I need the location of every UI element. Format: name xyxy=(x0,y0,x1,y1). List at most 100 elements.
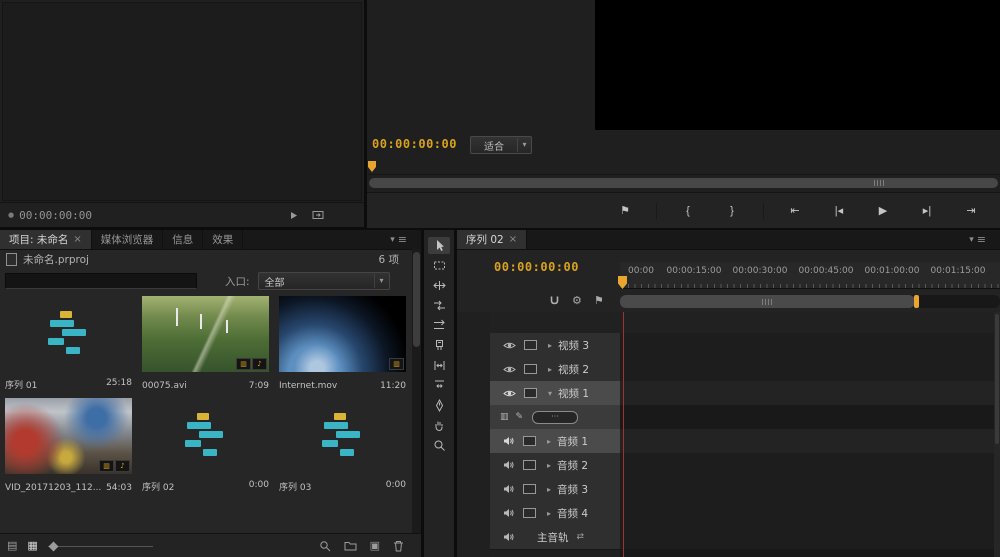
timeline-settings-icon[interactable]: ⚙ xyxy=(572,294,582,307)
program-scrollbar-grip[interactable] xyxy=(874,180,885,186)
set-display-style-icon[interactable]: ▥ xyxy=(500,412,509,422)
zoom-level-dropdown[interactable]: 适合 ▾ xyxy=(470,136,532,154)
close-icon[interactable]: × xyxy=(509,234,517,245)
tab-project[interactable]: 项目: 未命名 × xyxy=(0,230,92,249)
expand-track-icon[interactable]: ▸ xyxy=(548,341,552,350)
zoom-tool[interactable] xyxy=(428,437,450,454)
track-lane-video-3[interactable] xyxy=(620,333,994,358)
tab-effects[interactable]: 效果 xyxy=(203,230,244,249)
track-lane-master[interactable] xyxy=(620,525,994,550)
program-timecode[interactable]: 00:00:00:00 xyxy=(372,137,457,151)
project-scrollbar-thumb[interactable] xyxy=(413,252,420,347)
mute-track-icon[interactable] xyxy=(503,508,515,518)
timeline-zoom-grip[interactable] xyxy=(762,299,773,305)
sync-lock-icon[interactable] xyxy=(523,484,536,494)
tab-sequence-02[interactable]: 序列 02 × xyxy=(457,230,528,249)
collapse-track-icon[interactable]: ▾ xyxy=(548,389,552,398)
sync-lock-icon[interactable] xyxy=(524,388,537,398)
program-scrollbar-bar[interactable] xyxy=(369,178,998,188)
expand-track-icon[interactable]: ▸ xyxy=(547,437,551,446)
track-lane-audio-4[interactable] xyxy=(620,501,994,526)
mute-track-icon[interactable] xyxy=(503,436,515,446)
timeline-scrollbar[interactable] xyxy=(994,312,1000,557)
ripple-edit-tool[interactable] xyxy=(428,277,450,294)
toggle-track-output-icon[interactable] xyxy=(503,341,516,350)
tab-info[interactable]: 信息 xyxy=(163,230,204,249)
master-meters-icon[interactable]: ⇄ xyxy=(577,532,585,542)
sequence-marker-icon[interactable]: ⚑ xyxy=(594,294,604,307)
icon-view-icon[interactable]: ▦ xyxy=(27,539,37,552)
program-playhead[interactable] xyxy=(368,161,376,172)
timeline-playhead-line[interactable] xyxy=(623,312,624,557)
track-header-video-1[interactable]: ▾ 视频 1 xyxy=(490,381,620,406)
slider-handle[interactable] xyxy=(48,541,59,551)
toggle-track-output-icon[interactable] xyxy=(503,389,516,398)
program-mini-timeline[interactable] xyxy=(367,158,1000,175)
tab-media-browser[interactable]: 媒体浏览器 xyxy=(92,230,164,249)
panel-menu-icon[interactable]: ≡ xyxy=(398,233,407,246)
project-item-00075[interactable]: ▥ ♪ 00075.avi 7:09 xyxy=(137,292,274,394)
step-forward-button[interactable]: ▸| xyxy=(914,201,940,221)
filter-dropdown[interactable]: 全部 ▾ xyxy=(257,272,390,290)
track-header-audio-3[interactable]: ▸ 音频 3 xyxy=(490,477,620,502)
project-item-sequence-01[interactable]: 序列 01 25:18 xyxy=(0,292,137,394)
slide-tool[interactable] xyxy=(428,377,450,394)
track-header-audio-2[interactable]: ▸ 音频 2 xyxy=(490,453,620,478)
list-view-icon[interactable]: ▤ xyxy=(7,539,17,552)
project-item-sequence-03[interactable]: 序列 03 0:00 xyxy=(274,394,411,496)
new-item-icon[interactable]: ▣ xyxy=(370,539,380,552)
sync-lock-icon[interactable] xyxy=(524,364,537,374)
track-lane-video-2[interactable] xyxy=(620,357,994,382)
go-to-out-button[interactable]: ⇥ xyxy=(958,201,984,221)
expand-track-icon[interactable]: ▸ xyxy=(547,485,551,494)
add-marker-button[interactable]: ⚑ xyxy=(612,201,638,221)
search-input[interactable] xyxy=(5,273,197,289)
delete-icon[interactable] xyxy=(393,540,404,552)
play-button[interactable]: ▶ xyxy=(870,201,896,221)
find-icon[interactable] xyxy=(319,540,331,552)
expand-track-icon[interactable]: ▸ xyxy=(547,461,551,470)
project-item-sequence-02[interactable]: 序列 02 0:00 xyxy=(137,394,274,496)
sync-lock-icon[interactable] xyxy=(523,508,536,518)
track-header-audio-1[interactable]: ▸ 音频 1 xyxy=(490,429,620,454)
close-icon[interactable]: × xyxy=(73,234,81,245)
sync-lock-icon[interactable] xyxy=(523,460,536,470)
new-bin-icon[interactable] xyxy=(344,540,357,551)
track-lane-video-1-keyframes[interactable] xyxy=(620,405,994,430)
track-select-tool[interactable] xyxy=(428,257,450,274)
timeline-scrollbar-thumb[interactable] xyxy=(995,314,999,444)
chevron-down-icon[interactable]: ▾ xyxy=(969,235,974,245)
project-scrollbar[interactable] xyxy=(412,249,421,534)
go-to-in-button[interactable]: ⇤ xyxy=(782,201,808,221)
mark-out-button[interactable]: } xyxy=(719,201,745,221)
rolling-edit-tool[interactable] xyxy=(428,297,450,314)
pen-tool[interactable] xyxy=(428,397,450,414)
track-header-master[interactable]: 主音轨 ⇄ xyxy=(490,525,620,550)
project-item-vid-20171203[interactable]: ▥ ♪ VID_20171203_112... 54:03 xyxy=(0,394,137,496)
toggle-track-output-icon[interactable] xyxy=(503,365,516,374)
track-header-video-3[interactable]: ▸ 视频 3 xyxy=(490,333,620,358)
slip-tool[interactable] xyxy=(428,357,450,374)
track-header-audio-4[interactable]: ▸ 音频 4 xyxy=(490,501,620,526)
expand-track-icon[interactable]: ▸ xyxy=(547,509,551,518)
step-back-button[interactable]: |◂ xyxy=(826,201,852,221)
timeline-timecode[interactable]: 00:00:00:00 xyxy=(494,260,579,274)
show-keyframes-icon[interactable]: ✎ xyxy=(516,412,524,422)
track-lane-video-1[interactable] xyxy=(620,381,994,406)
hand-tool[interactable] xyxy=(428,417,450,434)
panel-menu-icon[interactable]: ≡ xyxy=(977,233,986,246)
razor-tool[interactable] xyxy=(428,337,450,354)
mute-track-icon[interactable] xyxy=(503,532,515,542)
timeline-ruler[interactable]: 00:00 00:00:15:00 00:00:30:00 00:00:45:0… xyxy=(620,262,1000,289)
track-lane-audio-1[interactable] xyxy=(620,429,994,454)
keyframe-display-pill[interactable]: ··· xyxy=(532,410,579,424)
track-header-video-2[interactable]: ▸ 视频 2 xyxy=(490,357,620,382)
snap-icon[interactable] xyxy=(549,295,560,306)
rate-stretch-tool[interactable] xyxy=(428,317,450,334)
timeline-zoom-scrollbar[interactable] xyxy=(620,295,1000,308)
track-lane-audio-2[interactable] xyxy=(620,453,994,478)
sync-lock-icon[interactable] xyxy=(523,436,536,446)
play-icon[interactable] xyxy=(290,211,298,220)
project-item-internet[interactable]: ▥ Internet.mov 11:20 xyxy=(274,292,411,394)
selection-tool[interactable] xyxy=(428,237,450,254)
